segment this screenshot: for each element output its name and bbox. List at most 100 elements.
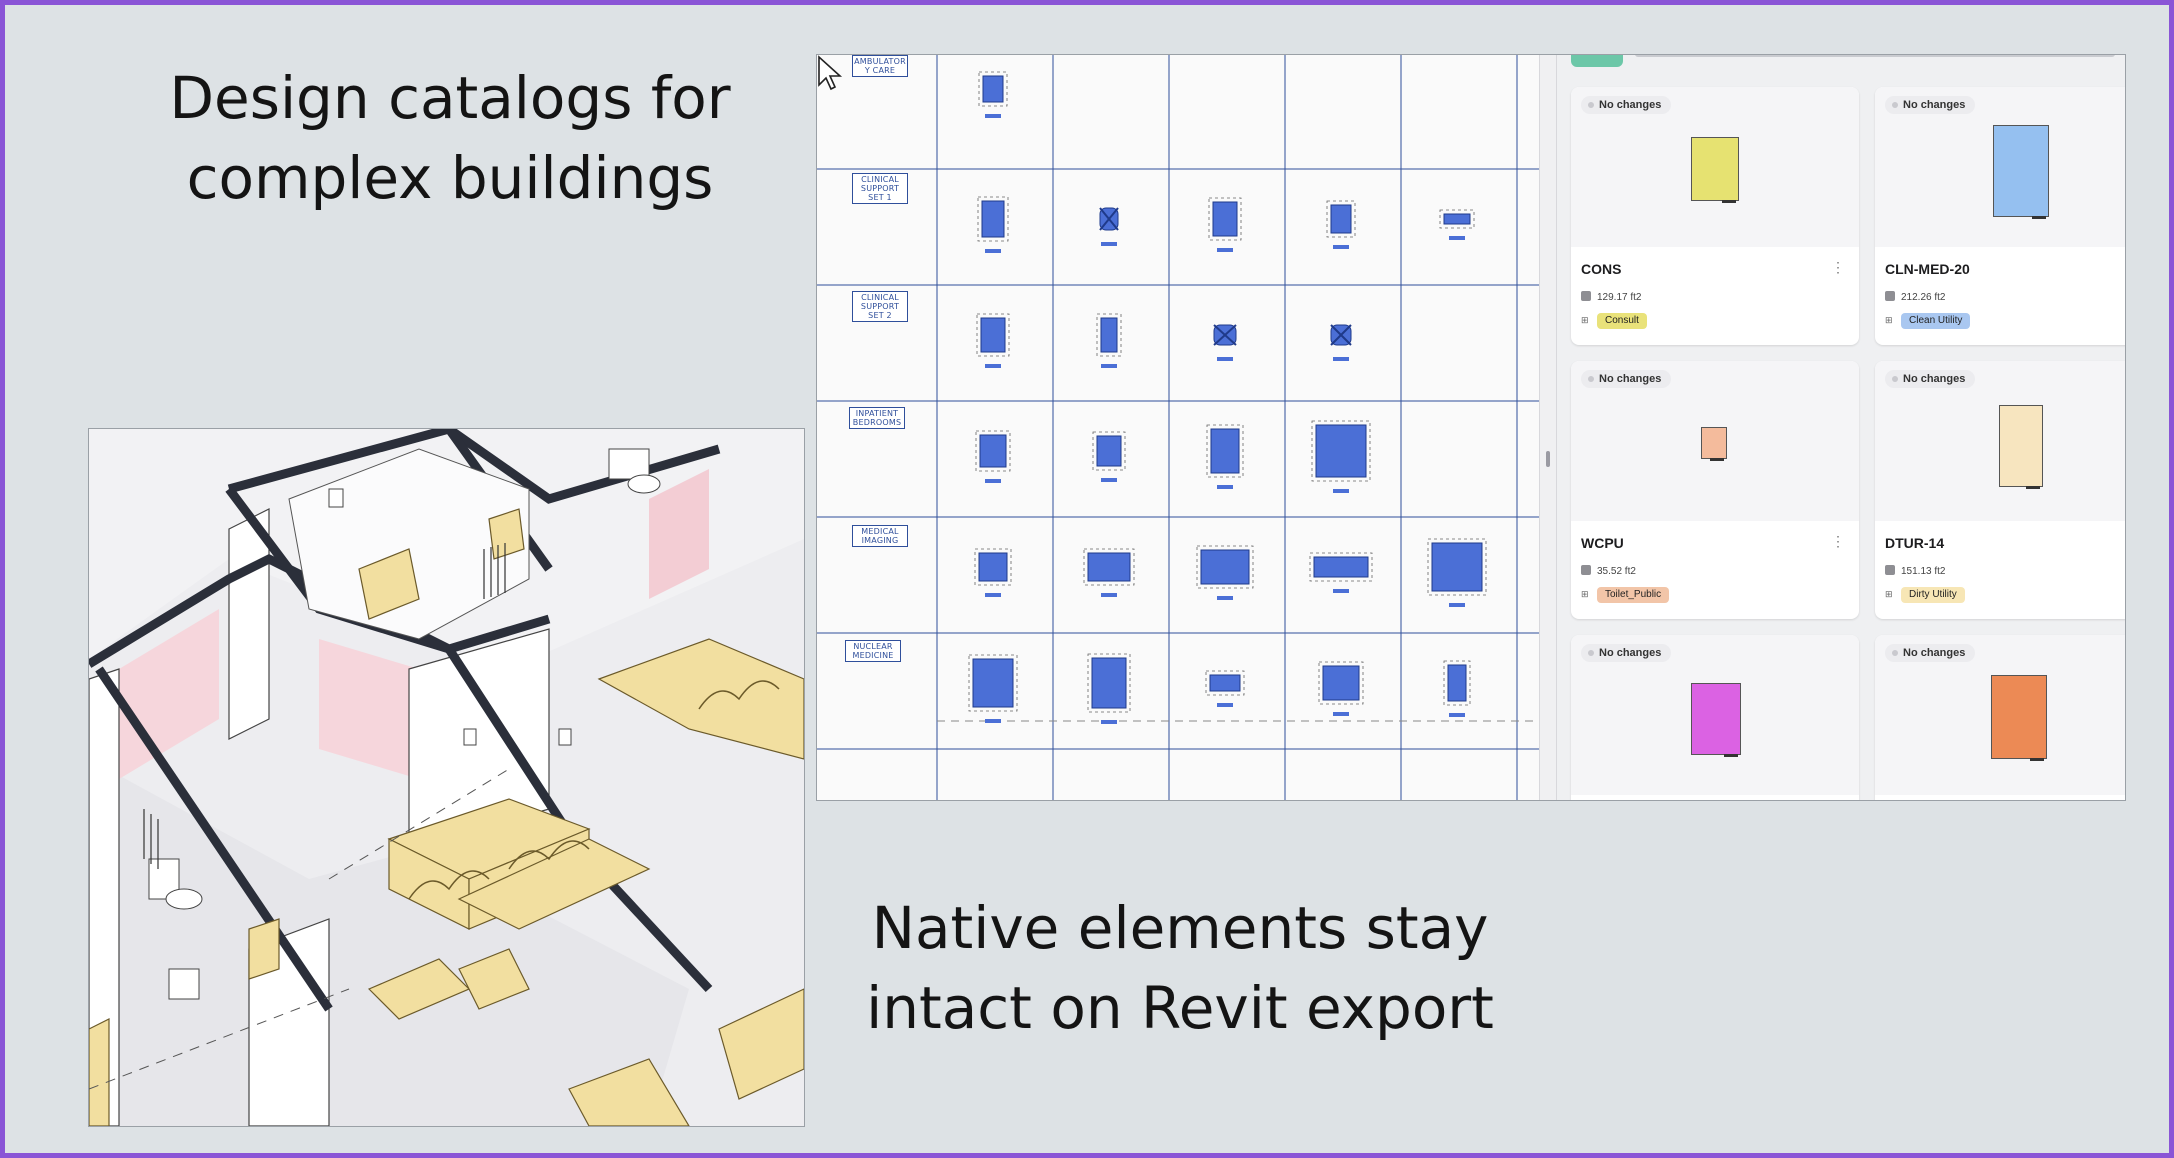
status-badge: No changes [1885, 370, 1976, 388]
room-label-mark [1333, 589, 1349, 593]
headline-line: Design catalogs for [169, 64, 731, 132]
more-options-icon[interactable]: ⋮ [1831, 533, 1845, 550]
panel-resize-handle[interactable] [1539, 55, 1557, 800]
room-symbol [1431, 542, 1483, 592]
room-label-mark [985, 479, 1001, 483]
category-tag[interactable]: Consult [1597, 313, 1647, 329]
room-label-mark [1217, 357, 1233, 361]
room-label-mark [1217, 596, 1233, 600]
room-label-mark [1333, 357, 1349, 361]
tag-row: ⊞ Consult [1581, 313, 1647, 329]
status-badge: No changes [1885, 644, 1976, 662]
card-preview: No changes [1875, 361, 2125, 521]
card-preview: No changes [1571, 361, 1859, 521]
headline-revit-export: Native elements stay intact on Revit exp… [840, 888, 1520, 1048]
room-label-mark [1333, 489, 1349, 493]
room-symbol [1209, 674, 1241, 692]
room-card[interactable]: No changes DTUR-14 151.13 ft2 ⊞ Dirty Uti… [1875, 361, 2125, 619]
room-symbol [972, 658, 1014, 708]
room-label-mark [1101, 242, 1117, 246]
sync-status-text [1635, 55, 2115, 57]
headline-design-catalogs: Design catalogs for complex buildings [120, 58, 780, 218]
room-label-mark [1449, 603, 1465, 607]
room-label-mark [1449, 713, 1465, 717]
room-card[interactable]: No changes [1875, 635, 2125, 800]
row-label-line: SUPPORT [860, 302, 900, 311]
room-label-mark [985, 593, 1001, 597]
category-icon: ⊞ [1581, 315, 1589, 325]
room-shape [1691, 137, 1739, 203]
room-label-mark [985, 364, 1001, 368]
status-badge: No changes [1581, 96, 1672, 114]
status-badge: No changes [1581, 644, 1672, 662]
area-row: 35.52 ft2 [1581, 565, 1636, 579]
isometric-drawing [89, 429, 804, 1126]
row-label-line: SUPPORT [860, 184, 900, 193]
row-label-line: IMAGING [861, 536, 899, 545]
room-symbol [982, 75, 1004, 103]
room-symbol [980, 317, 1006, 353]
card-preview: No changes [1875, 635, 2125, 795]
room-label-mark [985, 719, 1001, 723]
area-value: 35.52 ft2 [1597, 566, 1636, 577]
area-row: 212.26 ft2 [1885, 291, 1945, 305]
room-symbol [1096, 435, 1122, 467]
card-title: CLN-MED-20 [1885, 261, 1970, 277]
room-card[interactable]: No changes CONS ⋮ 129.17 ft2 ⊞ Consult [1571, 87, 1859, 345]
room-card[interactable]: No changes WCPU ⋮ 35.52 ft2 ⊞ Toilet_Publ… [1571, 361, 1859, 619]
row-label-line: CLINICAL [861, 175, 899, 184]
room-symbol [981, 200, 1005, 238]
card-preview: No changes [1571, 635, 1859, 795]
area-value: 151.13 ft2 [1901, 566, 1946, 577]
room-shape [1691, 683, 1741, 757]
category-tag[interactable]: Clean Utility [1901, 313, 1971, 329]
headline-line: Native elements stay [871, 894, 1489, 962]
row-label-medical-imaging[interactable]: MEDICAL IMAGING [852, 525, 908, 547]
row-label-nuclear-medicine[interactable]: NUCLEAR MEDICINE [845, 640, 901, 662]
room-symbol [1210, 428, 1240, 474]
card-preview: No changes [1571, 87, 1859, 247]
room-label-mark [1101, 364, 1117, 368]
row-label-line: INPATIENT [855, 409, 899, 418]
row-label-ambulatory-care[interactable]: AMBULATOR Y CARE [852, 55, 908, 77]
mouse-cursor-icon [818, 55, 843, 91]
area-value: 212.26 ft2 [1901, 292, 1946, 303]
room-label-mark [1101, 720, 1117, 724]
room-label-mark [985, 114, 1001, 118]
area-icon [1581, 565, 1591, 575]
row-label-line: MEDICAL [861, 527, 899, 536]
room-shape [1993, 125, 2049, 219]
room-label-mark [1217, 485, 1233, 489]
tag-row: ⊞ Dirty Utility [1885, 587, 1965, 603]
room-label-mark [1101, 593, 1117, 597]
room-label-mark [1449, 236, 1465, 240]
sync-status-pill[interactable] [1571, 55, 1623, 67]
row-label-line: BEDROOMS [852, 418, 902, 427]
room-card[interactable]: No changes CLN-MED-20 212.26 ft2 ⊞ Clean … [1875, 87, 2125, 345]
room-card[interactable]: No changes [1571, 635, 1859, 800]
room-shape [1991, 675, 2047, 761]
row-label-inpatient-bedrooms[interactable]: INPATIENT BEDROOMS [849, 407, 905, 429]
room-symbol [1313, 556, 1369, 578]
room-symbol [1330, 204, 1352, 234]
area-icon [1885, 291, 1895, 301]
tag-row: ⊞ Clean Utility [1885, 313, 1971, 329]
room-label-mark [985, 249, 1001, 253]
row-label-line: SET 2 [868, 311, 892, 320]
category-tag[interactable]: Dirty Utility [1901, 587, 1965, 603]
area-icon [1885, 565, 1895, 575]
card-title: WCPU [1581, 535, 1624, 551]
row-label-clinical-support-1[interactable]: CLINICAL SUPPORT SET 1 [852, 173, 908, 204]
catalog-grid-canvas [817, 55, 1539, 800]
more-options-icon[interactable]: ⋮ [1831, 259, 1845, 276]
room-symbol [979, 434, 1007, 468]
category-tag[interactable]: Toilet_Public [1597, 587, 1670, 603]
isometric-room-render [88, 428, 805, 1127]
tag-row: ⊞ Toilet_Public [1581, 587, 1670, 603]
row-label-line: CLINICAL [861, 293, 899, 302]
row-label-line: SET 1 [868, 193, 892, 202]
room-label-mark [1333, 712, 1349, 716]
row-label-line: Y CARE [864, 66, 896, 75]
row-label-clinical-support-2[interactable]: CLINICAL SUPPORT SET 2 [852, 291, 908, 322]
card-title: CONS [1581, 261, 1622, 277]
